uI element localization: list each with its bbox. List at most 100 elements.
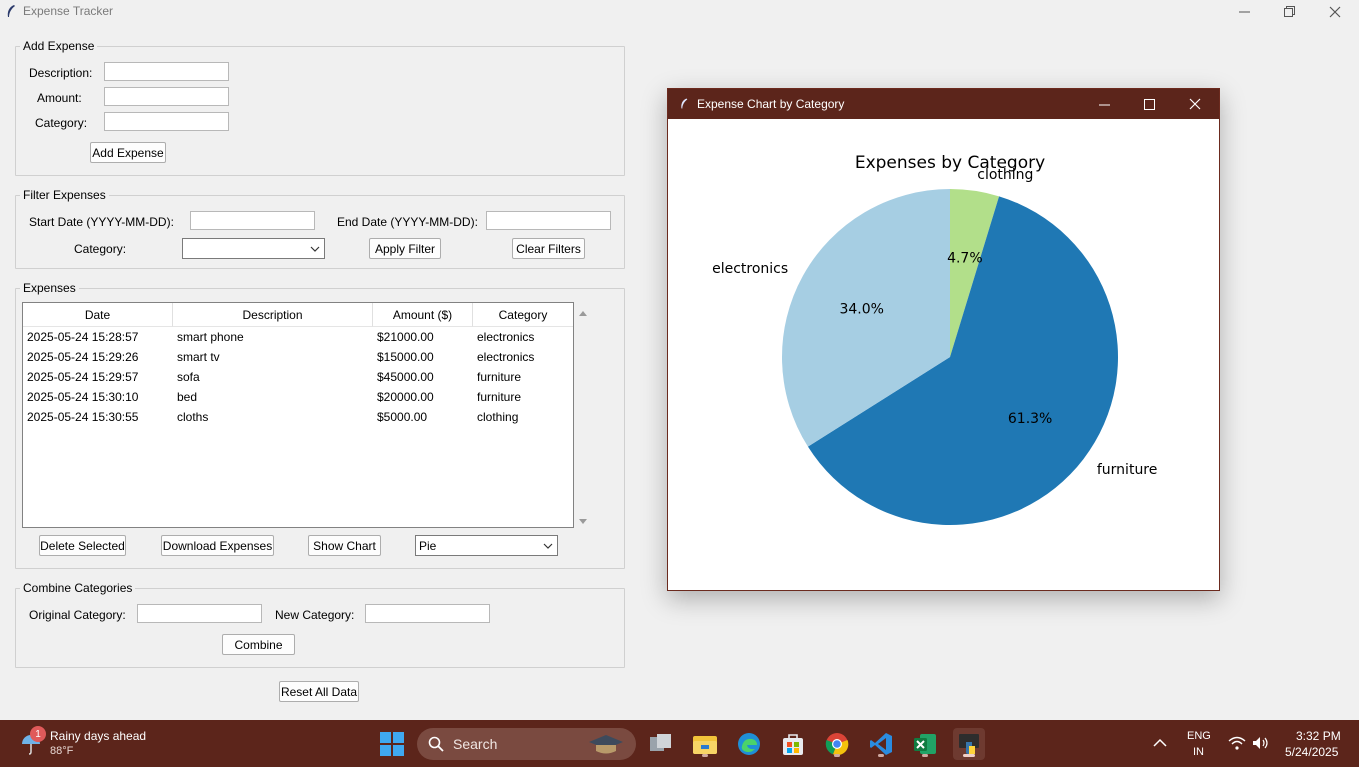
end-date-label: End Date (YYYY-MM-DD): bbox=[337, 215, 478, 229]
wifi-icon[interactable] bbox=[1228, 736, 1246, 753]
filter-legend: Filter Expenses bbox=[20, 188, 109, 202]
reset-all-data-button[interactable]: Reset All Data bbox=[279, 681, 359, 702]
restore-button[interactable] bbox=[1267, 0, 1312, 23]
close-button[interactable] bbox=[1312, 0, 1357, 23]
main-title-bar: Expense Tracker bbox=[0, 0, 1359, 23]
column-header-amount[interactable]: Amount ($) bbox=[373, 303, 473, 327]
show-chart-button[interactable]: Show Chart bbox=[308, 535, 381, 556]
taskbar-search-box[interactable]: Search bbox=[417, 728, 636, 760]
start-date-input[interactable] bbox=[190, 211, 315, 230]
chart-window: Expense Chart by Category Expenses by Ca… bbox=[667, 88, 1220, 591]
excel-icon[interactable] bbox=[909, 728, 941, 760]
cell-amount: $15000.00 bbox=[377, 350, 434, 364]
table-row[interactable]: 2025-05-24 15:28:57 smart phone $21000.0… bbox=[23, 327, 573, 347]
scroll-down-arrow-icon[interactable] bbox=[578, 515, 588, 529]
original-category-input[interactable] bbox=[137, 604, 262, 623]
chart-window-title: Expense Chart by Category bbox=[697, 97, 845, 111]
cell-date: 2025-05-24 15:30:55 bbox=[27, 410, 139, 424]
active-indicator bbox=[963, 754, 975, 757]
search-label: Search bbox=[453, 736, 498, 752]
column-header-date[interactable]: Date bbox=[23, 303, 173, 327]
amount-input[interactable] bbox=[104, 87, 229, 106]
amount-label: Amount: bbox=[37, 91, 82, 105]
pie-percent-label: 4.7% bbox=[947, 250, 983, 266]
chart-type-value: Pie bbox=[419, 538, 437, 553]
file-explorer-icon[interactable] bbox=[689, 728, 721, 760]
cell-description: bed bbox=[177, 390, 198, 404]
cell-date: 2025-05-24 15:29:57 bbox=[27, 370, 139, 384]
microsoft-store-icon[interactable] bbox=[777, 728, 809, 760]
running-indicator bbox=[922, 754, 928, 757]
description-input[interactable] bbox=[104, 62, 229, 81]
expenses-table[interactable]: Date Description Amount ($) Category 202… bbox=[22, 302, 574, 528]
chrome-browser-icon[interactable] bbox=[821, 728, 853, 760]
chevron-up-icon[interactable] bbox=[1153, 737, 1167, 751]
download-expenses-button[interactable]: Download Expenses bbox=[161, 535, 274, 556]
description-label: Description: bbox=[29, 66, 93, 80]
original-category-label: Original Category: bbox=[29, 608, 126, 622]
chevron-down-icon bbox=[310, 243, 320, 257]
cell-amount: $21000.00 bbox=[377, 330, 434, 344]
volume-icon[interactable] bbox=[1252, 736, 1270, 753]
running-indicator bbox=[878, 754, 884, 757]
pie-category-label: electronics bbox=[712, 261, 788, 277]
language-bottom[interactable]: IN bbox=[1193, 746, 1204, 758]
expenses-legend: Expenses bbox=[20, 281, 79, 295]
chart-minimize-button[interactable] bbox=[1082, 89, 1127, 119]
clock-date[interactable]: 5/24/2025 bbox=[1285, 745, 1338, 759]
chart-close-button[interactable] bbox=[1172, 89, 1217, 119]
edge-browser-icon[interactable] bbox=[733, 728, 765, 760]
minimize-button[interactable] bbox=[1222, 0, 1267, 23]
cell-description: smart tv bbox=[177, 350, 220, 364]
chart-type-select[interactable]: Pie bbox=[415, 535, 558, 556]
clear-filters-button[interactable]: Clear Filters bbox=[512, 238, 585, 259]
cell-date: 2025-05-24 15:29:26 bbox=[27, 350, 139, 364]
running-indicator bbox=[702, 754, 708, 757]
category-label: Category: bbox=[35, 116, 88, 130]
python-app-icon[interactable] bbox=[953, 728, 985, 760]
graduation-cap-icon bbox=[587, 732, 625, 759]
column-header-category[interactable]: Category bbox=[473, 303, 573, 327]
task-view-icon[interactable] bbox=[645, 728, 677, 760]
weather-title[interactable]: Rainy days ahead bbox=[50, 729, 146, 743]
table-row[interactable]: 2025-05-24 15:30:10 bed $20000.00 furnit… bbox=[23, 387, 573, 407]
cell-date: 2025-05-24 15:30:10 bbox=[27, 390, 139, 404]
apply-filter-button[interactable]: Apply Filter bbox=[369, 238, 441, 259]
table-row[interactable]: 2025-05-24 15:30:55 cloths $5000.00 clot… bbox=[23, 407, 573, 427]
filter-category-select[interactable] bbox=[182, 238, 325, 259]
cell-date: 2025-05-24 15:28:57 bbox=[27, 330, 139, 344]
taskbar: 1 Rainy days ahead 88°F Search ENG IN 3:… bbox=[0, 720, 1359, 767]
pie-percent-label: 34.0% bbox=[839, 301, 883, 317]
filter-category-label: Category: bbox=[74, 242, 127, 256]
delete-selected-button[interactable]: Delete Selected bbox=[39, 535, 126, 556]
table-row[interactable]: 2025-05-24 15:29:57 sofa $45000.00 furni… bbox=[23, 367, 573, 387]
language-top[interactable]: ENG bbox=[1187, 730, 1211, 742]
add-expense-legend: Add Expense bbox=[20, 39, 98, 53]
table-row[interactable]: 2025-05-24 15:29:26 smart tv $15000.00 e… bbox=[23, 347, 573, 367]
chart-maximize-button[interactable] bbox=[1127, 89, 1172, 119]
cell-description: sofa bbox=[177, 370, 200, 384]
end-date-input[interactable] bbox=[486, 211, 611, 230]
pie-chart: Expenses by Category 4.7%clothing61.3%fu… bbox=[712, 153, 1158, 525]
weather-badge: 1 bbox=[30, 726, 46, 742]
feather-app-icon bbox=[5, 4, 17, 21]
cell-category: clothing bbox=[477, 410, 519, 424]
category-input[interactable] bbox=[104, 112, 229, 131]
column-header-description[interactable]: Description bbox=[173, 303, 373, 327]
cell-description: cloths bbox=[177, 410, 209, 424]
chart-window-title-bar: Expense Chart by Category bbox=[668, 89, 1219, 119]
windows-start-icon[interactable] bbox=[376, 728, 408, 760]
chevron-down-icon bbox=[543, 540, 553, 554]
cell-category: furniture bbox=[477, 370, 522, 384]
clock-time[interactable]: 3:32 PM bbox=[1296, 729, 1341, 743]
add-expense-button[interactable]: Add Expense bbox=[90, 142, 166, 163]
vscode-icon[interactable] bbox=[865, 728, 897, 760]
scroll-up-arrow-icon[interactable] bbox=[578, 306, 588, 320]
new-category-input[interactable] bbox=[365, 604, 490, 623]
weather-temp: 88°F bbox=[50, 745, 74, 757]
window-title: Expense Tracker bbox=[23, 4, 114, 18]
new-category-label: New Category: bbox=[275, 608, 355, 622]
combine-button[interactable]: Combine bbox=[222, 634, 295, 655]
cell-description: smart phone bbox=[177, 330, 244, 344]
pie-category-label: furniture bbox=[1097, 462, 1158, 478]
